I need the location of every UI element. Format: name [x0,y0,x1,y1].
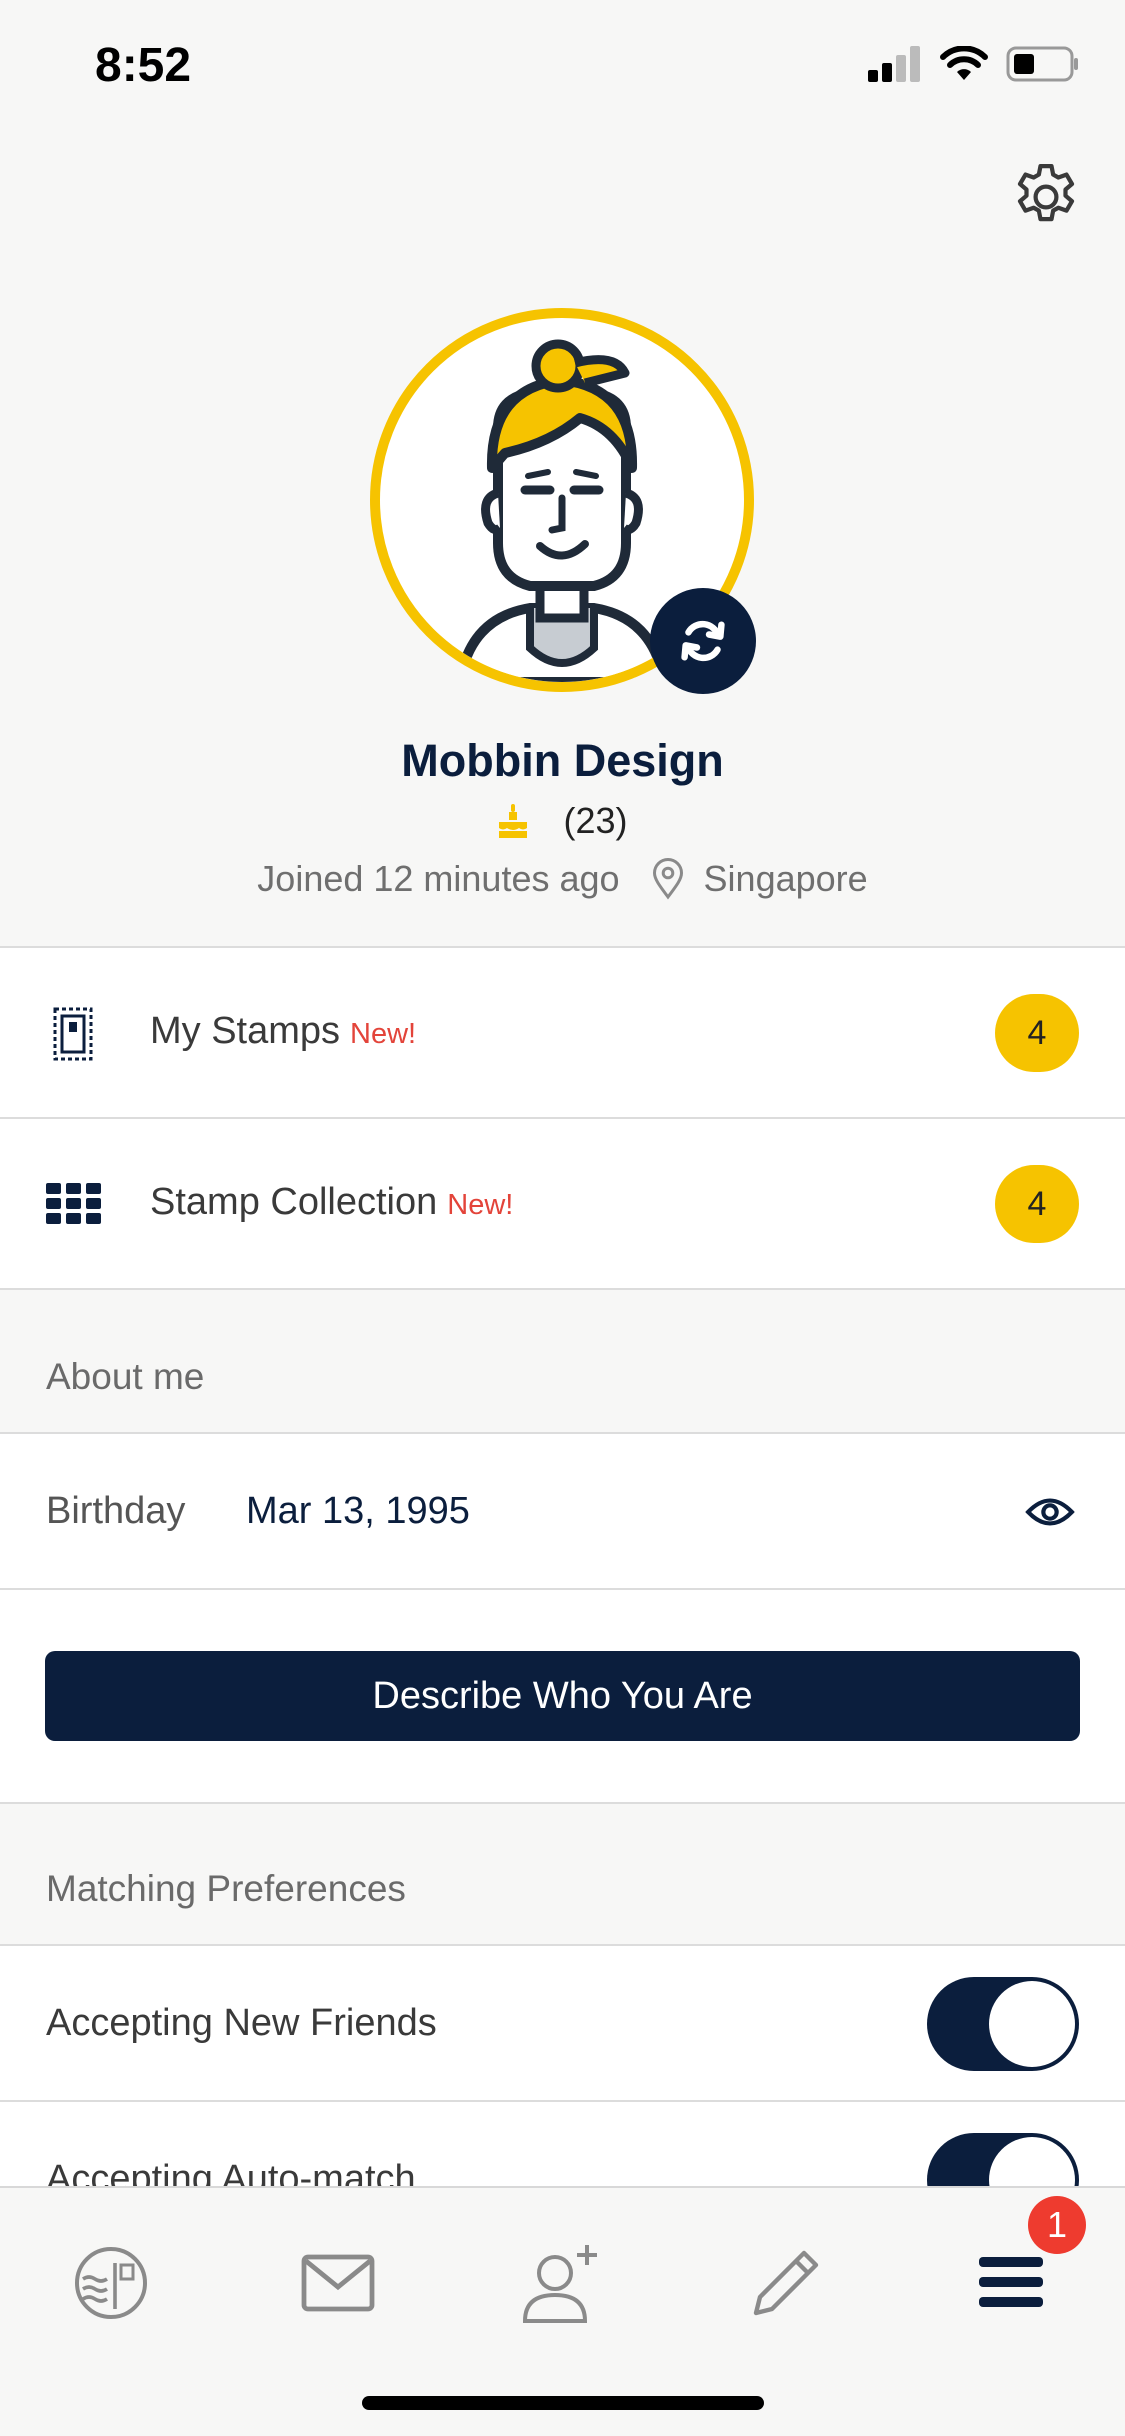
birthday-cake-icon [499,804,528,838]
accepting-new-friends-label: Accepting New Friends [46,2002,437,2044]
matching-section-header: Matching Preferences [0,1802,1125,1946]
birthday-row: Birthday Mar 13, 1995 [0,1432,1125,1590]
home-indicator [362,2396,764,2410]
profile-name: Mobbin Design [401,735,724,786]
accepting-new-friends-row: Accepting New Friends [0,1944,1125,2102]
my-stamps-new-tag: New! [350,1018,417,1050]
stamp-collection-row[interactable]: Stamp Collection New! 4 [0,1117,1125,1289]
tab-mail[interactable] [283,2228,393,2338]
status-icons [868,46,1080,82]
gear-icon [1017,164,1075,222]
describe-who-you-are-button[interactable]: Describe Who You Are [45,1651,1080,1741]
about-section-title: About me [46,1356,205,1397]
location-pin-icon [652,858,683,900]
settings-button[interactable] [1007,158,1085,236]
stamp-postcard-icon [75,2247,147,2319]
tab-add-friend[interactable] [506,2228,616,2338]
age-row: (23) [0,800,1125,842]
stamp-collection-label-wrap: Stamp Collection New! [150,1181,513,1224]
eye-icon[interactable] [1025,1492,1075,1532]
my-stamps-count-badge: 4 [995,994,1079,1072]
wifi-icon [940,46,988,80]
grid-icon [46,1183,101,1224]
tab-write[interactable] [731,2228,841,2338]
mail-icon [301,2254,375,2312]
age: (23) [563,800,628,841]
add-friend-icon [522,2245,597,2323]
pencil-icon [753,2250,819,2316]
stamp-collection-new-tag: New! [447,1189,514,1221]
birthday-label: Birthday [46,1490,186,1532]
toggle-knob [989,1981,1075,2067]
accepting-new-friends-toggle[interactable] [927,1977,1079,2071]
my-stamps-row[interactable]: My Stamps New! 4 [0,946,1125,1118]
stamp-icon [53,1007,93,1061]
signal-icon [868,46,920,82]
joined-text: Joined 12 minutes ago [257,858,620,899]
location-text: Singapore [703,858,868,899]
my-stamps-label-wrap: My Stamps New! [150,1010,416,1053]
change-avatar-button[interactable] [650,588,756,694]
accepting-auto-match-row: Accepting Auto-match [0,2100,1125,2200]
menu-icon [979,2257,1043,2307]
my-stamps-label: My Stamps [150,1010,341,1052]
about-section-header: About me [0,1288,1125,1434]
tab-postcards[interactable] [56,2228,166,2338]
battery-icon [1006,46,1078,82]
matching-section-title: Matching Preferences [46,1868,406,1909]
stamp-collection-count-badge: 4 [995,1165,1079,1243]
stamp-collection-label: Stamp Collection [150,1181,438,1223]
avatar[interactable] [370,308,756,694]
profile-meta: Joined 12 minutes ago Singapore [0,858,1125,900]
birthday-value: Mar 13, 1995 [246,1490,470,1532]
notification-badge: 1 [1028,2196,1086,2254]
refresh-icon [681,620,725,662]
status-time: 8:52 [95,39,192,92]
